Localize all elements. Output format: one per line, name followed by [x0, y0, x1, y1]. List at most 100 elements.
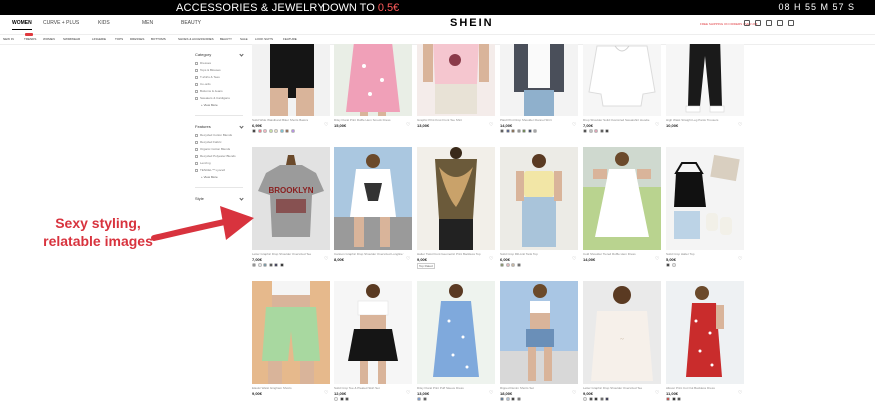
color-swatch[interactable]: [516, 397, 521, 401]
subnav-dresses[interactable]: DRESSES: [130, 37, 144, 41]
wishlist-heart-icon[interactable]: ♡: [572, 123, 576, 128]
help-icon[interactable]: [788, 20, 794, 26]
color-swatch[interactable]: [279, 129, 284, 133]
filter-option[interactable]: Lenzing: [195, 161, 243, 165]
product-image[interactable]: [500, 147, 578, 250]
subnav-beauty[interactable]: BEAUTY: [220, 37, 232, 41]
wishlist-heart-icon[interactable]: ♡: [406, 257, 410, 262]
promo-banner[interactable]: ACCESSORIES & JEWELRY DOWN TO 0.5€ 08 H …: [0, 0, 875, 15]
filter-option[interactable]: TENCEL™ Lyocell: [195, 168, 243, 172]
color-swatch[interactable]: [268, 129, 273, 133]
subnav-shoes-accessories[interactable]: SHOES & ACCESSORIES: [178, 37, 214, 41]
product-image[interactable]: [666, 281, 744, 384]
product-name[interactable]: Graphic Print Knot Front Tee Shirt: [417, 118, 487, 122]
color-swatch[interactable]: [290, 129, 295, 133]
wishlist-heart-icon[interactable]: ♡: [324, 257, 328, 262]
product-image[interactable]: [334, 147, 412, 250]
product-image[interactable]: [417, 281, 495, 384]
color-swatch[interactable]: [588, 397, 593, 401]
subnav-feature[interactable]: FEATURE: [283, 37, 297, 41]
checkbox[interactable]: [195, 82, 198, 86]
color-swatch[interactable]: [533, 129, 537, 133]
product-name[interactable]: Plaid Print Drop Shoulder Flannel Shirt: [500, 118, 570, 122]
color-swatch[interactable]: [605, 129, 609, 133]
wishlist-heart-icon[interactable]: ♡: [655, 123, 659, 128]
color-swatch[interactable]: [252, 263, 256, 267]
shein-logo[interactable]: SHEIN: [450, 17, 494, 29]
color-swatch[interactable]: [677, 397, 681, 401]
wishlist-heart-icon[interactable]: ♡: [655, 391, 659, 396]
wishlist-heart-icon[interactable]: ♡: [738, 391, 742, 396]
wishlist-heart-icon[interactable]: ♡: [324, 391, 328, 396]
cart-icon[interactable]: [755, 20, 761, 26]
product-image[interactable]: [500, 281, 578, 384]
category-curve-plus[interactable]: CURVE + PLUS: [43, 20, 79, 26]
product-image[interactable]: [583, 147, 661, 250]
color-swatch[interactable]: [583, 397, 587, 401]
color-swatch[interactable]: [511, 129, 515, 133]
subnav-sale[interactable]: SALE: [240, 37, 248, 41]
color-swatch[interactable]: [285, 129, 289, 133]
product-card[interactable]: Elastic Waist Gingham Shorts 9,00€ ♡: [252, 281, 330, 412]
product-card[interactable]: Plaid Print Drop Shoulder Flannel Shirt 1…: [500, 44, 578, 144]
color-swatch[interactable]: [339, 397, 344, 401]
product-name[interactable]: Cartoon Graphic Drop Shoulder Oversized …: [334, 252, 404, 256]
filter-option[interactable]: Bottoms & Jeans: [195, 89, 243, 93]
product-image[interactable]: BROOKLYN: [252, 147, 330, 250]
checkbox[interactable]: [195, 154, 198, 158]
color-swatch[interactable]: [511, 397, 515, 401]
category-men[interactable]: MEN: [142, 20, 153, 26]
view-more-link[interactable]: + View More: [201, 175, 243, 179]
wishlist-heart-icon[interactable]: ♡: [738, 123, 742, 128]
product-image[interactable]: [252, 281, 330, 384]
filter-option[interactable]: Recycled Cotton Blends: [195, 133, 243, 137]
product-name[interactable]: Allover Print Cut Out Backless Dress: [666, 386, 736, 390]
wishlist-heart-icon[interactable]: ♡: [655, 257, 659, 262]
color-swatch[interactable]: [257, 129, 262, 133]
checkbox[interactable]: [195, 75, 198, 79]
color-swatch[interactable]: [345, 397, 349, 401]
color-swatch[interactable]: [671, 263, 676, 267]
color-swatch[interactable]: [263, 263, 267, 267]
color-swatch[interactable]: [516, 263, 521, 267]
product-image[interactable]: [500, 44, 578, 116]
color-swatch[interactable]: [274, 263, 278, 267]
subnav-look-suits[interactable]: LOOK SUITS: [255, 37, 273, 41]
filter-option[interactable]: Recycled Fabric: [195, 140, 243, 144]
color-swatch[interactable]: [257, 263, 262, 267]
product-image[interactable]: [583, 44, 661, 116]
subnav-trends[interactable]: TRENDS: [24, 37, 36, 41]
product-card[interactable]: BROOKLYN Letter Graphic Drop Shoulder Ove…: [252, 147, 330, 278]
wishlist-heart-icon[interactable]: ♡: [489, 391, 493, 396]
product-card[interactable]: High Waist Straight Leg Pants Trousers 10…: [666, 44, 744, 144]
product-image[interactable]: [417, 147, 495, 250]
product-card[interactable]: Ripped Denim Shorts Set 18,00€ ♡: [500, 281, 578, 412]
product-card[interactable]: Ditsy Floral Print Puff Sleeve Dress 13,0…: [417, 281, 495, 412]
color-swatch[interactable]: [274, 129, 278, 133]
product-name[interactable]: Ripped Denim Shorts Set: [500, 386, 570, 390]
color-swatch[interactable]: [527, 129, 532, 133]
color-swatch[interactable]: [511, 263, 515, 267]
product-name[interactable]: Solid Crop Halter Top: [666, 252, 736, 256]
filter-option[interactable]: Organic Cotton Blends: [195, 147, 243, 151]
product-card[interactable]: Solid Crop Halter Top 5,00€ ♡: [666, 147, 744, 278]
wishlist-heart-icon[interactable]: ♡: [406, 123, 410, 128]
color-swatch[interactable]: [422, 397, 427, 401]
product-card[interactable]: Solid Crop Tee & Pleated Skirt Set 12,00€…: [334, 281, 412, 412]
subnav-tops[interactable]: TOPS: [115, 37, 123, 41]
subnav-women[interactable]: WOMEN: [43, 37, 55, 41]
wishlist-heart-icon[interactable]: ♡: [489, 257, 493, 262]
color-swatch[interactable]: [522, 129, 526, 133]
product-image[interactable]: [334, 281, 412, 384]
product-name[interactable]: Halter Twist Front Geometric Print Backl…: [417, 252, 487, 256]
color-swatch[interactable]: [505, 129, 510, 133]
product-name[interactable]: Elastic Waist Gingham Shorts: [252, 386, 322, 390]
wishlist-heart-icon[interactable]: ♡: [572, 257, 576, 262]
color-swatch[interactable]: [279, 263, 284, 267]
product-card[interactable]: Cold Shoulder Tiered Ruffle Hem Dress 14,…: [583, 147, 661, 278]
wishlist-heart-icon[interactable]: ♡: [324, 123, 328, 128]
filter-option[interactable]: T-shirts & Tees: [195, 75, 243, 79]
checkbox[interactable]: [195, 61, 198, 65]
product-name[interactable]: Cold Shoulder Tiered Ruffle Hem Dress: [583, 252, 653, 256]
product-card[interactable]: Cartoon Graphic Drop Shoulder Oversized …: [334, 147, 412, 278]
